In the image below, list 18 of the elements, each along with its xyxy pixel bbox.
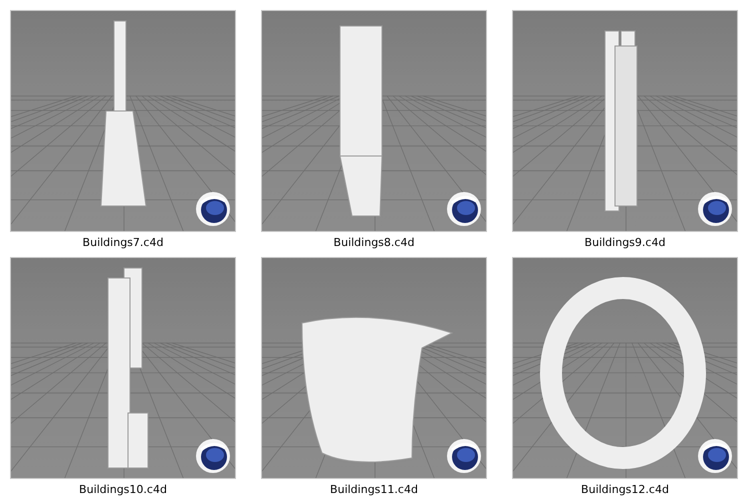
file-name: Buildings12.c4d — [581, 483, 669, 496]
file-name: Buildings9.c4d — [584, 236, 666, 249]
sphere-logo-icon — [195, 191, 231, 227]
render-preview[interactable] — [10, 10, 236, 232]
sphere-logo-icon — [195, 438, 231, 474]
render-preview[interactable] — [512, 10, 738, 232]
render-preview[interactable] — [261, 10, 487, 232]
render-preview[interactable] — [261, 257, 487, 479]
file-name: Buildings7.c4d — [82, 236, 164, 249]
sphere-logo-icon — [446, 191, 482, 227]
file-name: Buildings10.c4d — [79, 483, 167, 496]
sphere-logo-icon — [697, 438, 733, 474]
file-name: Buildings11.c4d — [330, 483, 418, 496]
render-preview[interactable] — [10, 257, 236, 479]
sphere-logo-icon — [446, 438, 482, 474]
file-name: Buildings8.c4d — [334, 236, 414, 249]
sphere-logo-icon — [697, 191, 733, 227]
render-preview[interactable] — [512, 257, 738, 479]
